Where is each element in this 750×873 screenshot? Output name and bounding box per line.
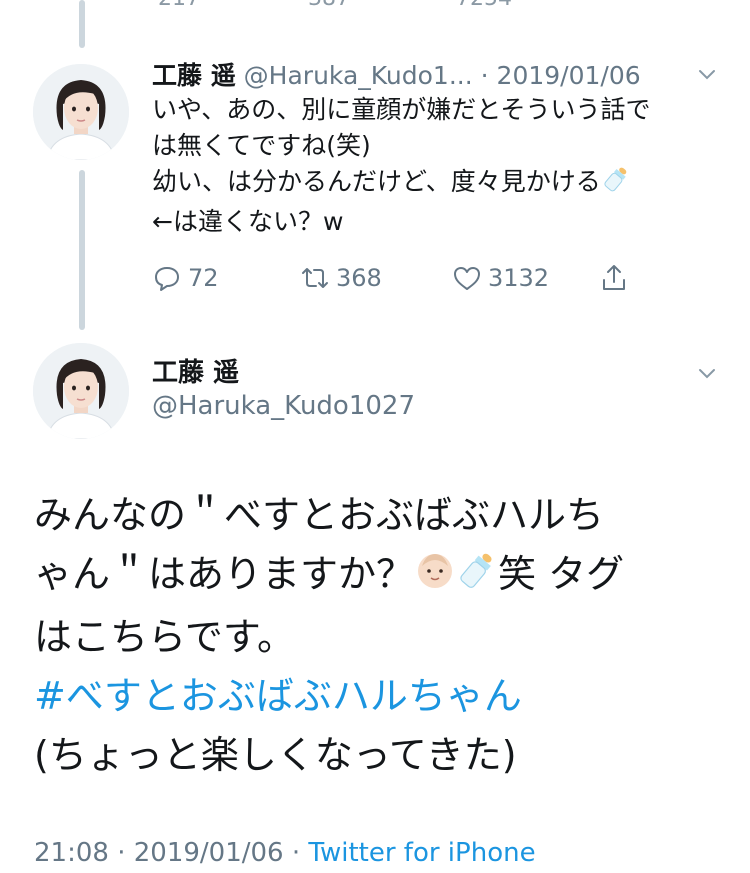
reply-text: いや、あの、別に童顔が嫌だとそういう話で は無くてですね(笑) 幼い、は分かるん… [152, 92, 722, 240]
previous-like-count[interactable]: 7254 [456, 0, 512, 11]
reply-action-bar: 72 368 3132 [152, 258, 642, 298]
reply-separator: · [480, 61, 489, 90]
retweet-button[interactable]: 368 [300, 258, 382, 298]
main-author-handle[interactable]: @Haruka_Kudo1027 [152, 391, 415, 421]
tweet-line: (ちょっと楽しくなってきた) [34, 733, 517, 777]
main-avatar[interactable] [33, 343, 129, 439]
tweet-line: ゃん＂はありますか？笑 タグ [34, 545, 724, 608]
like-button[interactable]: 3132 [452, 258, 549, 298]
like-count: 3132 [488, 264, 550, 292]
tweet-line: はこちらです。 [34, 615, 296, 659]
reply-line: は無くてですね(笑) [152, 131, 371, 160]
previous-tweet-actions: 217 387 7254 [150, 0, 710, 11]
reply-icon [152, 263, 188, 293]
previous-retweet-count[interactable]: 387 [308, 0, 350, 11]
footer-separator: · [117, 838, 126, 868]
chevron-down-icon[interactable] [697, 363, 717, 383]
previous-reply-count[interactable]: 217 [158, 0, 200, 11]
reply-line: いや、あの、別に童顔が嫌だとそういう話で [152, 95, 651, 124]
reply-line: ←は違くない？w [152, 207, 344, 236]
tweet-line: みんなの＂べすとおぶばぶハルち [34, 493, 605, 537]
tweet-time: 21:08 [34, 838, 109, 868]
reply-author-name[interactable]: 工藤 遥 [152, 61, 236, 90]
reply-header: 工藤 遥 @Haruka_Kudo1... · 2019/01/06 [152, 56, 722, 90]
retweet-count: 368 [336, 264, 382, 292]
reply-avatar[interactable] [33, 64, 129, 160]
footer-separator: · [291, 838, 301, 868]
main-tweet-text: みんなの＂べすとおぶばぶハルち ゃん＂はありますか？笑 タグ はこちらです。 #… [34, 486, 724, 785]
main-author-name[interactable]: 工藤 遥 [152, 352, 239, 389]
reply-author-handle[interactable]: @Haruka_Kudo1... [244, 61, 473, 90]
baby-emoji [414, 549, 456, 608]
reply-date[interactable]: 2019/01/06 [497, 61, 641, 90]
reply-line: 幼い、は分かるんだけど、度々見かける [152, 164, 722, 204]
reply-button[interactable]: 72 [152, 258, 219, 298]
share-button[interactable] [599, 258, 635, 298]
tweet-source-link[interactable]: Twitter for iPhone [308, 838, 535, 868]
thread-line-middle [79, 170, 85, 330]
thread-line-top [79, 0, 85, 48]
chevron-down-icon[interactable] [697, 64, 717, 84]
hashtag-link[interactable]: #べすとおぶばぶハルちゃん [34, 667, 724, 726]
tweet-date: 2019/01/06 [133, 838, 284, 868]
baby-bottle-emoji [601, 164, 631, 204]
reply-count: 72 [188, 264, 219, 292]
baby-bottle-emoji [456, 549, 498, 608]
share-icon [599, 263, 635, 293]
retweet-icon [300, 263, 336, 293]
heart-icon [452, 263, 488, 293]
tweet-footer: 21:08 · 2019/01/06 · Twitter for iPhone [34, 838, 536, 868]
